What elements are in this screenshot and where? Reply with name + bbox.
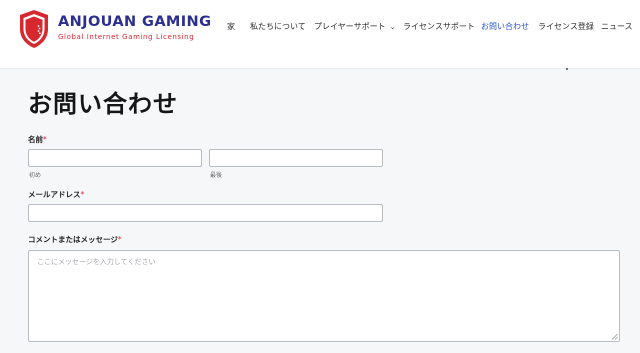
name-label-text: 名前 xyxy=(28,135,43,144)
message-textarea[interactable] xyxy=(28,250,620,342)
last-name-input[interactable] xyxy=(209,149,383,167)
nav-item-license-registration[interactable]: ライセンス登録 xyxy=(538,21,594,32)
nav-item-home[interactable]: 家 xyxy=(227,21,235,32)
nav-item-player-support-label: プレイヤーサポート xyxy=(314,22,386,31)
first-name-input[interactable] xyxy=(28,149,202,167)
email-input[interactable] xyxy=(28,204,383,222)
message-label-text: コメントまたはメッセージ xyxy=(28,235,118,244)
page-title: お問い合わせ xyxy=(28,90,178,118)
nav-item-license-support[interactable]: ライセンスサポート xyxy=(403,21,475,32)
message-label: コメントまたはメッセージ* xyxy=(28,234,122,245)
required-mark: * xyxy=(117,235,122,244)
nav-item-contact[interactable]: お問い合わせ xyxy=(481,21,529,32)
email-label-text: メールアドレス xyxy=(28,190,81,199)
required-mark: * xyxy=(80,190,85,199)
last-name-sublabel: 最後 xyxy=(210,172,223,179)
nav-item-player-support[interactable]: プレイヤーサポート ⌄ xyxy=(314,21,395,32)
site-header: ANJOUAN GAMING Global Internet Gaming Li… xyxy=(0,0,640,69)
brand-tagline: Global Internet Gaming Licensing xyxy=(58,33,195,41)
nav-item-about[interactable]: 私たちについて xyxy=(250,21,306,32)
chevron-down-icon: ⌄ xyxy=(389,23,396,31)
decorative-dot xyxy=(566,68,568,70)
name-label: 名前* xyxy=(28,134,47,145)
shield-logo-icon xyxy=(20,10,48,48)
resize-grip-icon[interactable] xyxy=(611,333,618,340)
required-mark: * xyxy=(43,135,47,144)
nav-item-news[interactable]: ニュース xyxy=(601,21,633,32)
email-label: メールアドレス* xyxy=(28,189,84,200)
site-logo[interactable]: ANJOUAN GAMING Global Internet Gaming Li… xyxy=(18,9,211,51)
brand-name: ANJOUAN GAMING xyxy=(58,14,212,30)
first-name-sublabel: 初め xyxy=(29,172,42,179)
